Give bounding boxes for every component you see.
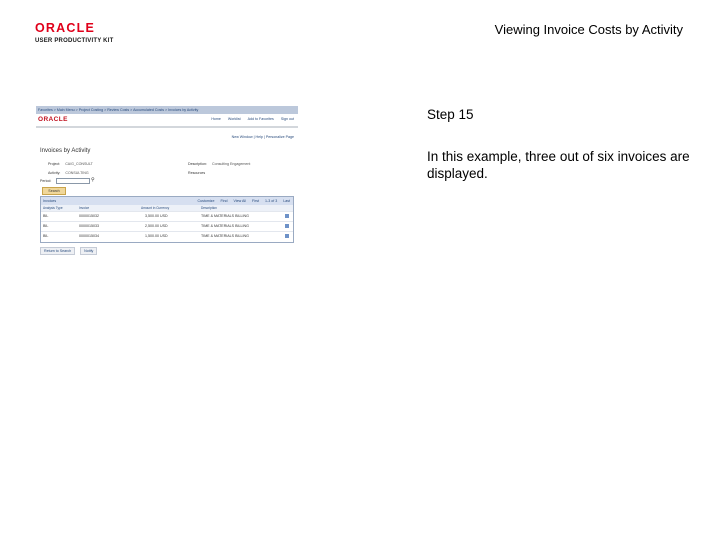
cell-invoice[interactable]: 0000015033 [79, 224, 99, 228]
activity-field: Activity: CONSULTING [48, 171, 89, 175]
col-analysis-type[interactable]: Analysis Type [43, 206, 63, 210]
grid-title: Invoices [43, 199, 57, 203]
step-description: In this example, three out of six invoic… [427, 149, 690, 181]
cell-invoice[interactable]: 0000015034 [79, 234, 99, 238]
find-link[interactable]: Find [220, 199, 227, 203]
project-label: Project: [48, 162, 61, 166]
invoices-grid: Invoices Customize Find View All First 1… [40, 196, 294, 243]
page-footer: Return to Search Notify [40, 247, 101, 255]
description-field: Description: Consulting Engagement [188, 162, 250, 166]
period-label: Period: [40, 179, 52, 183]
logo-oracle-text: ORACLE [35, 21, 95, 35]
description-value: Consulting Engagement [211, 162, 251, 166]
cell-amount: 3,500.00 USD [145, 214, 168, 218]
sign-out-link[interactable]: Sign out [281, 117, 294, 121]
cell-type: BIL [43, 234, 49, 238]
page-toolbar[interactable]: New Window | Help | Personalize Page [232, 135, 294, 139]
cell-type: BIL [43, 214, 49, 218]
home-link[interactable]: Home [211, 117, 221, 121]
project-field: Project: CA/G_CONSULT [48, 162, 93, 166]
page-title: Invoices by Activity [40, 148, 91, 154]
description-label: Description: [188, 162, 207, 166]
cell-description: TIME & MATERIALS BILLING [201, 224, 249, 228]
customize-link[interactable]: Customize [198, 199, 215, 203]
add-to-favorites-link[interactable]: Add to Favorites [248, 117, 274, 121]
notify-button[interactable]: Notify [80, 247, 98, 255]
view-all-link[interactable]: View All [233, 199, 246, 203]
cell-amount: 1,500.00 USD [145, 234, 168, 238]
first-link[interactable]: First [252, 199, 259, 203]
grid-header: Invoices Customize Find View All First 1… [41, 197, 293, 205]
breadcrumb[interactable]: Favorites > Main Menu > Project Costing … [36, 106, 298, 114]
cell-invoice[interactable]: 0000015032 [79, 214, 99, 218]
cell-amount: 2,500.00 USD [145, 224, 168, 228]
application-screenshot: Favorites > Main Menu > Project Costing … [36, 106, 298, 256]
activity-description: Resources [188, 171, 206, 175]
col-description[interactable]: Description [201, 206, 217, 210]
detail-icon[interactable] [285, 234, 289, 238]
period-input[interactable] [56, 178, 90, 184]
col-amount[interactable]: Amount in Currency [141, 206, 169, 210]
return-to-search-button[interactable]: Return to Search [40, 247, 76, 255]
brand-logo: ORACLE [38, 116, 68, 123]
lookup-icon[interactable]: ⚲ [91, 177, 95, 183]
detail-icon[interactable] [285, 214, 289, 218]
table-row: BIL 0000015032 3,500.00 USD TIME & MATER… [41, 211, 293, 221]
row-count: 1-3 of 3 [265, 199, 278, 203]
last-link[interactable]: Last [283, 199, 290, 203]
cell-description: TIME & MATERIALS BILLING [201, 234, 249, 238]
activity-value: CONSULTING [65, 171, 89, 175]
detail-icon[interactable] [285, 224, 289, 228]
cell-type: BIL [43, 224, 49, 228]
project-value: CA/G_CONSULT [65, 162, 93, 166]
oracle-upk-logo: ORACLE USER PRODUCTIVITY KIT [35, 21, 125, 45]
search-button[interactable]: Search [42, 187, 66, 195]
worklist-link[interactable]: Worklist [228, 117, 241, 121]
logo-upk-text: USER PRODUCTIVITY KIT [35, 38, 114, 44]
cell-description: TIME & MATERIALS BILLING [201, 214, 249, 218]
col-invoice[interactable]: Invoice [79, 206, 89, 210]
table-row: BIL 0000015033 2,500.00 USD TIME & MATER… [41, 221, 293, 231]
brand-bar: ORACLE Home Worklist Add to Favorites Si… [36, 114, 298, 128]
top-links: Home Worklist Add to Favorites Sign out [205, 117, 294, 121]
step-label: Step 15 [427, 107, 474, 122]
grid-navigation: Customize Find View All First 1-3 of 3 L… [193, 197, 291, 205]
document-title: Viewing Invoice Costs by Activity [494, 22, 683, 37]
activity-label: Activity: [48, 171, 61, 175]
table-row: BIL 0000015034 1,500.00 USD TIME & MATER… [41, 231, 293, 241]
